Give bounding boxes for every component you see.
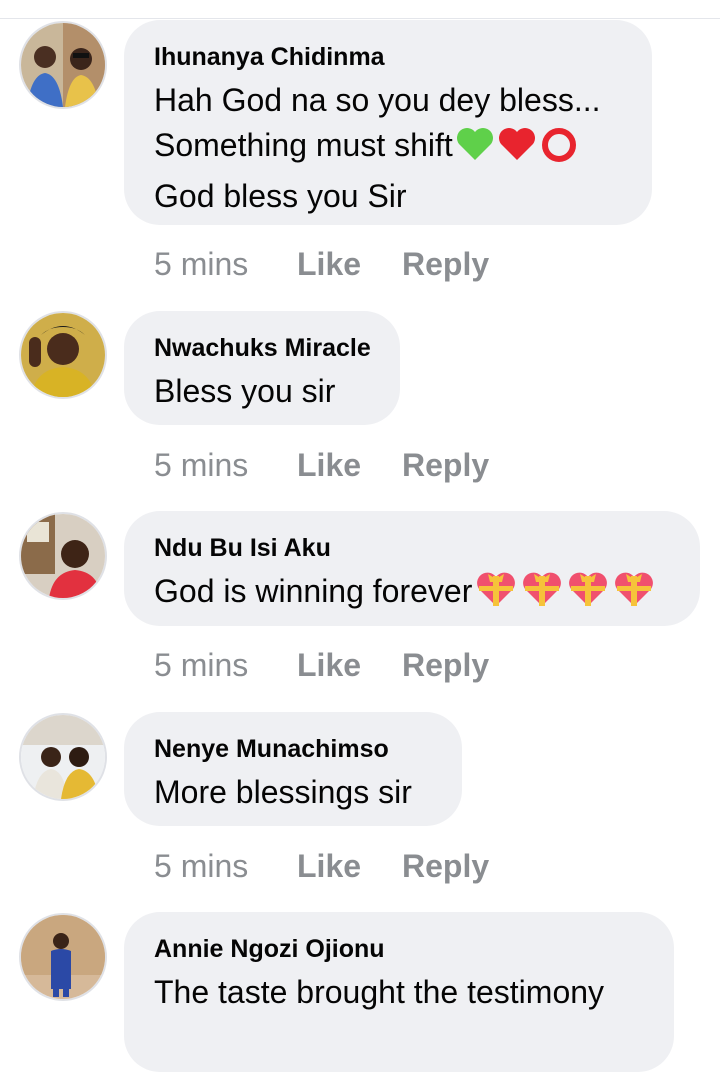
like-button[interactable]: Like xyxy=(297,645,402,685)
comment-text: The taste brought the testimony xyxy=(154,974,605,1010)
avatar[interactable] xyxy=(19,512,107,600)
comment-author[interactable]: Ihunanya Chidinma xyxy=(154,42,622,72)
gift-heart-icon xyxy=(566,570,610,620)
comment-bubble: Ihunanya Chidinma Hah God na so you dey … xyxy=(124,20,652,225)
comment-text: God is winning forever xyxy=(154,569,670,620)
comment-line-with-emoji: Something must shift xyxy=(154,123,622,174)
like-button[interactable]: Like xyxy=(297,244,402,284)
reply-button[interactable]: Reply xyxy=(402,445,489,485)
gift-heart-icon xyxy=(474,570,518,620)
reply-button[interactable]: Reply xyxy=(402,846,489,886)
comment-text: Bless you sir xyxy=(154,373,336,409)
avatar[interactable] xyxy=(19,913,107,1001)
like-button[interactable]: Like xyxy=(297,846,402,886)
avatar[interactable] xyxy=(19,713,107,801)
comment-bubble: Nenye Munachimso More blessings sir xyxy=(124,712,462,826)
red-heart-icon xyxy=(497,126,537,174)
like-button[interactable]: Like xyxy=(297,445,402,485)
avatar-photo xyxy=(21,715,105,799)
comment-timestamp: 5 mins xyxy=(154,246,249,282)
comment-text: More blessings sir xyxy=(154,774,412,810)
comment-timestamp: 5 mins xyxy=(154,848,249,884)
comment-author[interactable]: Nenye Munachimso xyxy=(154,734,432,764)
comment-actions: 5 mins Like Reply xyxy=(154,244,489,284)
hollow-red-circle-icon xyxy=(539,126,579,174)
comment-actions: 5 mins Like Reply xyxy=(154,645,489,685)
green-heart-icon xyxy=(455,126,495,174)
comment-line: God bless you Sir xyxy=(154,178,407,214)
comment-actions: 5 mins Like Reply xyxy=(154,846,489,886)
comment-line: Hah God na so you dey bless... xyxy=(154,82,601,118)
comment-line: Something must shift xyxy=(154,127,453,163)
comment-timestamp: 5 mins xyxy=(154,447,249,483)
avatar[interactable] xyxy=(19,21,107,109)
avatar-photo xyxy=(21,514,105,598)
avatar-photo xyxy=(21,23,105,107)
avatar-photo xyxy=(21,313,105,397)
comment-bubble: Nwachuks Miracle Bless you sir xyxy=(124,311,400,425)
top-divider xyxy=(0,18,720,19)
comment-author[interactable]: Nwachuks Miracle xyxy=(154,333,371,363)
gift-heart-icon xyxy=(520,570,564,620)
comment-actions: 5 mins Like Reply xyxy=(154,445,489,485)
avatar-photo xyxy=(21,915,105,999)
reply-button[interactable]: Reply xyxy=(402,244,489,284)
comment-author[interactable]: Annie Ngozi Ojionu xyxy=(154,934,644,964)
comment-timestamp: 5 mins xyxy=(154,647,249,683)
comment-text: Hah God na so you dey bless... Something… xyxy=(154,78,622,219)
comment-author[interactable]: Ndu Bu Isi Aku xyxy=(154,533,670,563)
avatar[interactable] xyxy=(19,311,107,399)
comment-bubble: Annie Ngozi Ojionu The taste brought the… xyxy=(124,912,674,1072)
reply-button[interactable]: Reply xyxy=(402,645,489,685)
comment-line: God is winning forever xyxy=(154,573,473,609)
gift-heart-icon xyxy=(612,570,656,620)
comment-bubble: Ndu Bu Isi Aku God is winning forever xyxy=(124,511,700,626)
